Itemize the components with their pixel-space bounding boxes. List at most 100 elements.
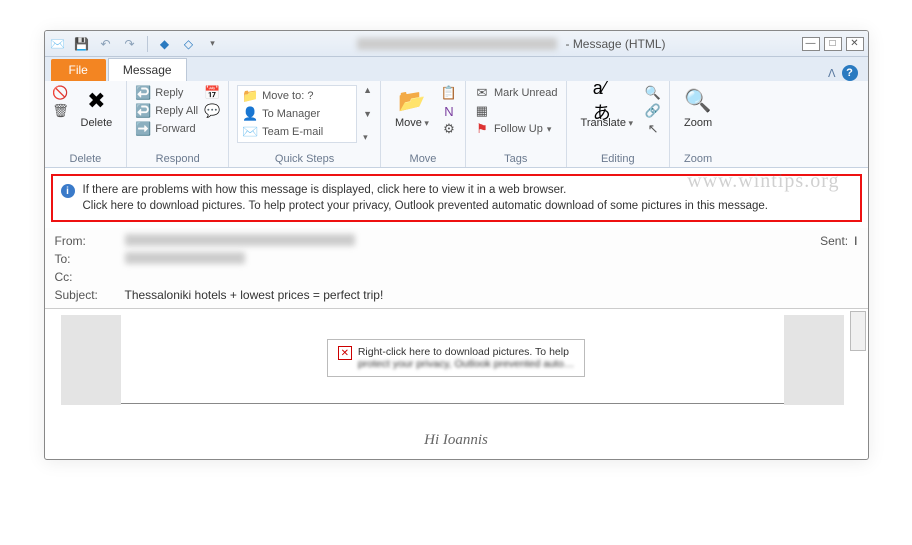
teamemail-icon: ✉️	[242, 124, 258, 140]
message-headers: From: Sent: I To: Cc: Subject: Thessalon…	[45, 228, 868, 308]
meeting-icon[interactable]: 📅	[204, 85, 220, 101]
subject-label: Subject:	[55, 288, 125, 302]
delete-icon: ✖	[82, 87, 110, 115]
mark-unread-button[interactable]: ✉Mark Unread	[474, 85, 558, 101]
group-label-move: Move	[410, 151, 437, 165]
titlebar: ✉️ 💾 ↶ ↷ ◆ ◇ ▾ - Message (HTML) — □ ✕	[45, 31, 868, 57]
window-title: - Message (HTML)	[222, 37, 802, 51]
reply-all-icon: ↩️	[135, 103, 151, 119]
translate-button[interactable]: a⁄あ Translate	[575, 85, 639, 131]
group-label-zoom: Zoom	[684, 151, 712, 165]
image-placeholder-right	[784, 315, 844, 405]
scrollbar[interactable]	[850, 311, 866, 351]
qs-more-icon[interactable]: ▾	[363, 132, 372, 143]
window-controls: — □ ✕	[802, 37, 864, 51]
qs-down-icon[interactable]: ▼	[363, 109, 372, 119]
group-label-tags: Tags	[504, 151, 527, 165]
sent-label: Sent:	[820, 234, 848, 248]
ribbon: 🚫 🗑 ✖ Delete Delete ↩️Reply ↩️Reply All …	[45, 81, 868, 168]
outlook-message-window: ✉️ 💾 ↶ ↷ ◆ ◇ ▾ - Message (HTML) — □ ✕ Fi…	[44, 30, 869, 460]
quick-access-toolbar: ✉️ 💾 ↶ ↷ ◆ ◇ ▾	[49, 35, 222, 53]
blocked-image-text: Right-click here to download pictures. T…	[358, 346, 574, 358]
reply-button[interactable]: ↩️Reply	[135, 85, 198, 101]
reply-icon: ↩️	[135, 85, 151, 101]
maximize-button[interactable]: □	[824, 37, 842, 51]
find-icon[interactable]: 🔍	[645, 85, 661, 101]
flag-icon: ⚑	[474, 121, 490, 137]
qs-up-icon[interactable]: ▲	[363, 85, 372, 95]
reply-all-button[interactable]: ↩️Reply All	[135, 103, 198, 119]
group-zoom: 🔍 Zoom Zoom	[670, 81, 726, 167]
ignore-icon[interactable]: 🚫	[53, 85, 69, 101]
subject-value: Thessaloniki hotels + lowest prices = pe…	[125, 288, 858, 302]
group-label-quicksteps: Quick Steps	[275, 151, 334, 165]
cc-label: Cc:	[55, 270, 125, 284]
group-editing: a⁄あ Translate 🔍 🔗 ↖ Editing	[567, 81, 670, 167]
junk-icon[interactable]: 🗑	[53, 103, 69, 119]
categorize-icon[interactable]: ▦	[474, 103, 490, 119]
group-label-delete: Delete	[70, 151, 102, 165]
zoom-icon: 🔍	[684, 87, 712, 115]
watermark: www.wintips.org	[687, 170, 839, 193]
group-label-editing: Editing	[601, 151, 635, 165]
qat-separator	[147, 36, 148, 52]
save-icon[interactable]: 💾	[73, 35, 91, 53]
undo-icon[interactable]: ↶	[97, 35, 115, 53]
zoom-button[interactable]: 🔍 Zoom	[678, 85, 718, 131]
follow-up-button[interactable]: ⚑Follow Up	[474, 121, 558, 137]
rules-icon[interactable]: 📋	[441, 85, 457, 101]
forward-button[interactable]: ➡️Forward	[135, 121, 198, 137]
sent-value: I	[854, 234, 857, 248]
move-button[interactable]: 📂 Move	[389, 85, 435, 131]
next-item-icon[interactable]: ◇	[180, 35, 198, 53]
mail-icon: ✉️	[49, 35, 67, 53]
blocked-image-text2: protect your privacy, Outlook prevented …	[358, 358, 574, 370]
message-body: ✕ Right-click here to download pictures.…	[45, 308, 868, 459]
minimize-ribbon-icon[interactable]: ᐱ	[828, 67, 836, 80]
info-text: If there are problems with how this mess…	[83, 182, 768, 214]
more-respond-icon[interactable]: 💬	[204, 103, 220, 119]
group-delete: 🚫 🗑 ✖ Delete Delete	[45, 81, 128, 167]
blocked-image-placeholder[interactable]: ✕ Right-click here to download pictures.…	[327, 339, 585, 377]
tomanager-icon: 👤	[242, 106, 258, 122]
prev-item-icon[interactable]: ◆	[156, 35, 174, 53]
moveto-icon: 📁	[242, 88, 258, 104]
info-bar[interactable]: i If there are problems with how this me…	[51, 174, 862, 222]
minimize-button[interactable]: —	[802, 37, 820, 51]
ribbon-tabs: File Message ᐱ ?	[45, 57, 868, 81]
info-line1: If there are problems with how this mess…	[83, 182, 768, 198]
group-move: 📂 Move 📋 N ⚙ Move	[381, 81, 466, 167]
to-value-blurred	[125, 252, 245, 264]
broken-image-icon: ✕	[338, 346, 352, 360]
forward-icon: ➡️	[135, 121, 151, 137]
info-line2: Click here to download pictures. To help…	[83, 198, 768, 214]
body-greeting: Hi Ioannis	[424, 432, 488, 449]
move-icon: 📂	[398, 87, 426, 115]
title-subject-blurred	[357, 38, 557, 50]
title-suffix: - Message (HTML)	[565, 37, 665, 51]
group-label-respond: Respond	[156, 151, 200, 165]
file-tab[interactable]: File	[51, 59, 106, 81]
onenote-icon[interactable]: N	[441, 103, 457, 119]
unread-icon: ✉	[474, 85, 490, 101]
related-icon[interactable]: 🔗	[645, 103, 661, 119]
info-icon: i	[61, 184, 75, 198]
group-respond: ↩️Reply ↩️Reply All ➡️Forward 📅 💬 Respon…	[127, 81, 229, 167]
redo-icon[interactable]: ↷	[121, 35, 139, 53]
body-separator	[87, 403, 826, 404]
qat-dropdown-icon[interactable]: ▾	[204, 35, 222, 53]
group-quicksteps: 📁Move to: ? 👤To Manager ✉️Team E-mail ▲ …	[229, 81, 381, 167]
close-button[interactable]: ✕	[846, 37, 864, 51]
help-icon[interactable]: ?	[842, 65, 858, 81]
from-value-blurred	[125, 234, 355, 246]
delete-button[interactable]: ✖ Delete	[75, 85, 119, 131]
from-label: From:	[55, 234, 125, 248]
group-tags: ✉Mark Unread ▦ ⚑Follow Up Tags	[466, 81, 567, 167]
quicksteps-gallery[interactable]: 📁Move to: ? 👤To Manager ✉️Team E-mail	[237, 85, 357, 143]
translate-icon: a⁄あ	[593, 87, 621, 115]
to-label: To:	[55, 252, 125, 266]
message-tab[interactable]: Message	[108, 58, 187, 81]
select-icon[interactable]: ↖	[645, 121, 661, 137]
actions-icon[interactable]: ⚙	[441, 121, 457, 137]
image-placeholder-left	[61, 315, 121, 405]
